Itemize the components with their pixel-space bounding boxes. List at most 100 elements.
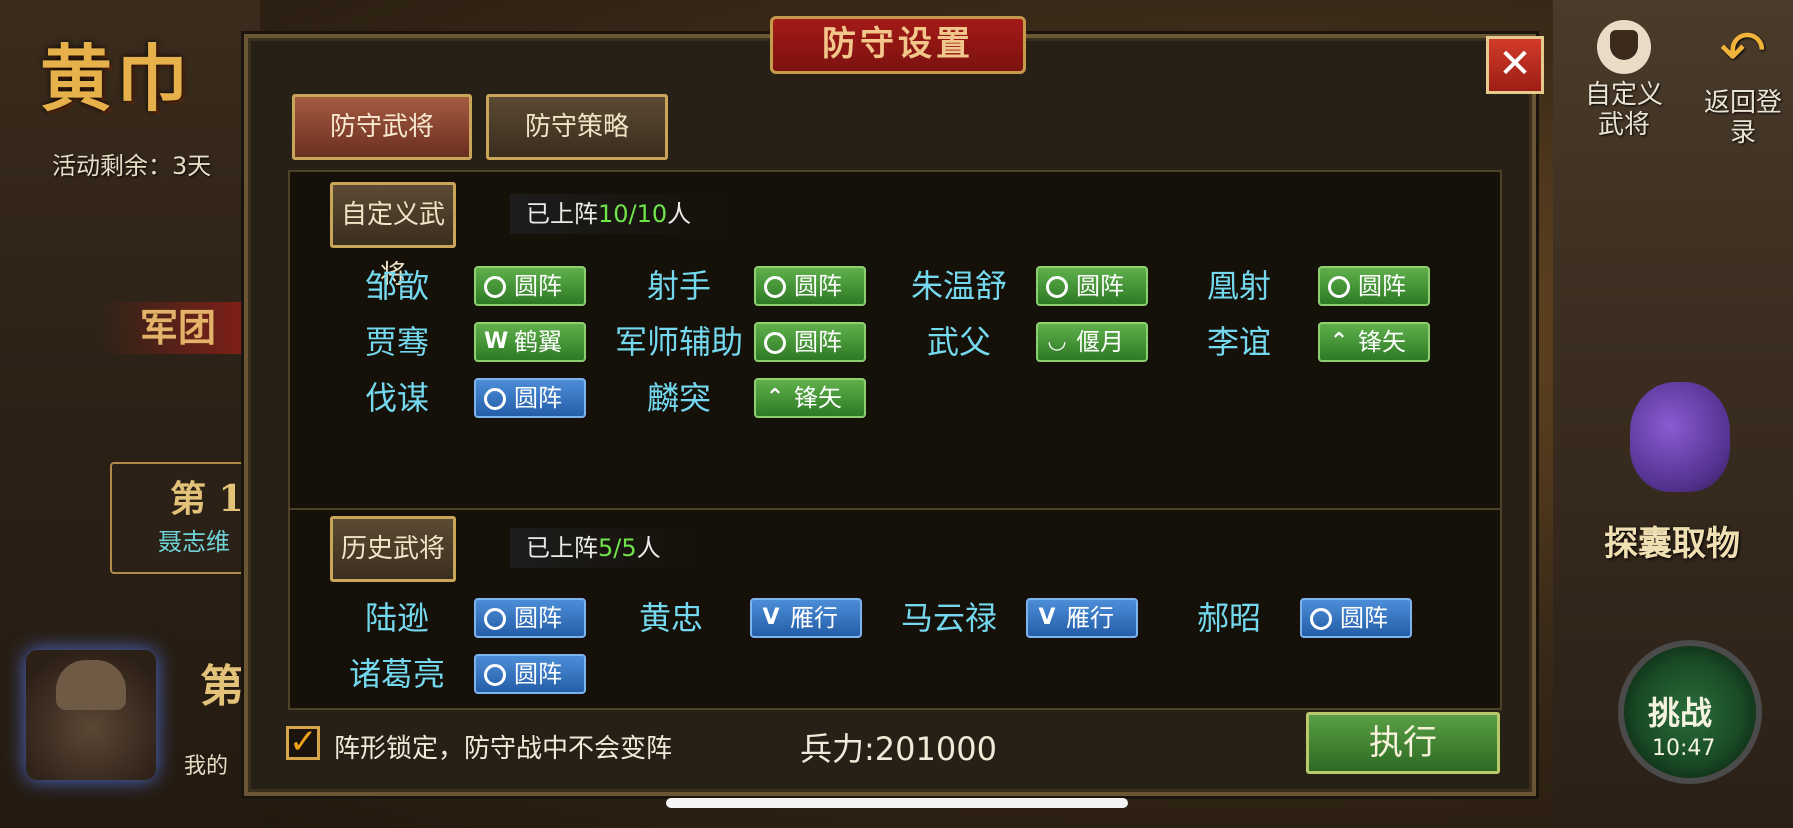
return-login-label: 返回登录 <box>1703 88 1782 148</box>
formation-badge[interactable]: 圆阵 <box>474 598 586 638</box>
formation-label: 圆阵 <box>1358 272 1406 300</box>
formation-label: 锋矢 <box>1358 328 1406 356</box>
general-name: 李谊 <box>1206 323 1271 361</box>
formation-badge[interactable]: ◡ 偃月 <box>1036 322 1148 362</box>
chevron-up-icon: ⌃ <box>765 385 785 410</box>
my-label: 我的 <box>184 754 229 779</box>
formation-label: 圆阵 <box>794 272 842 300</box>
general-name: 郝昭 <box>1196 599 1261 637</box>
treasure-bag-icon[interactable] <box>1630 382 1730 492</box>
general-name: 射手 <box>646 267 711 305</box>
circle-icon <box>484 388 506 410</box>
formation-badge[interactable]: ⌃ 锋矢 <box>1318 322 1430 362</box>
general-name: 马云禄 <box>900 599 997 637</box>
return-login-button[interactable]: ↶ 返回登录 <box>1700 19 1786 149</box>
formation-badge[interactable]: 圆阵 <box>474 378 586 418</box>
deploy-suffix: 人 <box>667 200 692 228</box>
general-name: 黄忠 <box>638 599 703 637</box>
dialog-title-banner: 防守设置 <box>770 16 1026 74</box>
general-name: 军师辅助 <box>614 323 743 361</box>
circle-icon <box>764 332 786 354</box>
general-name: 邹歆 <box>364 267 429 305</box>
custom-general-label: 自定义武将 <box>1584 80 1663 140</box>
dialog-title: 防守设置 <box>822 24 974 64</box>
deploy-suffix: 人 <box>636 534 661 562</box>
formation-label: 圆阵 <box>514 604 562 632</box>
crescent-icon: ◡ <box>1048 329 1066 354</box>
general-name: 陆逊 <box>364 599 429 637</box>
circle-icon <box>484 276 506 298</box>
deploy-prefix: 已上阵 <box>526 200 598 228</box>
tab-defense-generals[interactable]: 防守武将 <box>292 94 472 160</box>
circle-icon <box>1328 276 1350 298</box>
formation-label: 鹤翼 <box>514 328 562 356</box>
stage-title-partial: 第 <box>200 661 244 712</box>
treasure-bag-label[interactable]: 探囊取物 <box>1604 516 1740 565</box>
general-name: 武父 <box>926 323 991 361</box>
formation-label: 圆阵 <box>514 384 562 412</box>
formation-badge[interactable]: 圆阵 <box>1036 266 1148 306</box>
general-name: 贾骞 <box>364 323 429 361</box>
circle-icon <box>764 276 786 298</box>
formation-label: 圆阵 <box>1340 604 1388 632</box>
general-name: 朱温舒 <box>910 267 1007 305</box>
deploy-count: 5/5 <box>598 534 637 562</box>
history-deploy-status: 已上阵5/5人 <box>510 528 701 568</box>
formation-lock-label: 阵形锁定，防守战中不会变阵 <box>334 734 673 764</box>
formation-label: 偃月 <box>1076 328 1124 356</box>
circle-icon <box>484 664 506 686</box>
formation-badge[interactable]: 圆阵 <box>1318 266 1430 306</box>
general-name: 伐谋 <box>364 379 429 417</box>
w-icon: W <box>484 329 509 354</box>
deploy-count: 10/10 <box>598 200 668 228</box>
challenge-timer: 10:47 <box>1652 736 1716 761</box>
custom-generals-section-button[interactable]: 自定义武将 <box>330 182 456 290</box>
formation-label: 锋矢 <box>794 384 842 412</box>
v-icon: V <box>762 605 780 630</box>
close-icon: ✕ <box>1498 41 1532 87</box>
formation-label: 雁行 <box>790 604 838 632</box>
tab-defense-strategy[interactable]: 防守策略 <box>486 94 668 160</box>
custom-general-button[interactable]: 自定义武将 <box>1576 20 1672 140</box>
return-arrow-icon: ↶ <box>1719 19 1767 84</box>
execute-button[interactable]: 执行 <box>1306 712 1500 774</box>
chevron-up-icon: ⌃ <box>1329 329 1349 354</box>
troop-power: 兵力:201000 <box>800 730 997 768</box>
general-name: 麟突 <box>646 379 711 417</box>
close-button[interactable]: ✕ <box>1486 36 1544 94</box>
formation-badge[interactable]: 圆阵 <box>754 322 866 362</box>
event-remaining-time: 活动剩余：3天 <box>52 152 212 180</box>
general-name: 凰射 <box>1206 267 1271 305</box>
formation-label: 圆阵 <box>1076 272 1124 300</box>
circle-icon <box>484 608 506 630</box>
stage-card[interactable]: 第 1 聂志维 <box>110 462 264 574</box>
formation-label: 雁行 <box>1066 604 1114 632</box>
stage-subtitle: 聂志维 <box>158 528 230 556</box>
formation-label: 圆阵 <box>794 328 842 356</box>
formation-badge[interactable]: 圆阵 <box>754 266 866 306</box>
v-icon: V <box>1038 605 1056 630</box>
general-helmet-icon <box>1597 20 1651 74</box>
home-indicator <box>666 798 1128 808</box>
formation-label: 圆阵 <box>514 660 562 688</box>
formation-badge[interactable]: V 雁行 <box>1026 598 1138 638</box>
history-generals-section-button[interactable]: 历史武将 <box>330 516 456 582</box>
formation-badge[interactable]: 圆阵 <box>474 266 586 306</box>
formation-badge[interactable]: ⌃ 锋矢 <box>754 378 866 418</box>
circle-icon <box>1310 608 1332 630</box>
seal-box-icon[interactable] <box>26 650 156 780</box>
formation-badge[interactable]: 圆阵 <box>474 654 586 694</box>
general-name: 诸葛亮 <box>348 655 445 693</box>
section-divider <box>290 508 1500 510</box>
stage-title: 第 1 <box>170 478 244 520</box>
formation-badge[interactable]: 圆阵 <box>1300 598 1412 638</box>
formation-badge[interactable]: V 雁行 <box>750 598 862 638</box>
custom-deploy-status: 已上阵10/10人 <box>510 194 732 234</box>
event-title: 黄巾 <box>40 36 193 121</box>
circle-icon <box>1046 276 1068 298</box>
deploy-prefix: 已上阵 <box>526 534 598 562</box>
formation-badge[interactable]: W 鹤翼 <box>474 322 586 362</box>
formation-lock-checkbox[interactable]: ✓ <box>286 725 320 760</box>
challenge-label: 挑战 <box>1648 694 1713 732</box>
formation-label: 圆阵 <box>514 272 562 300</box>
